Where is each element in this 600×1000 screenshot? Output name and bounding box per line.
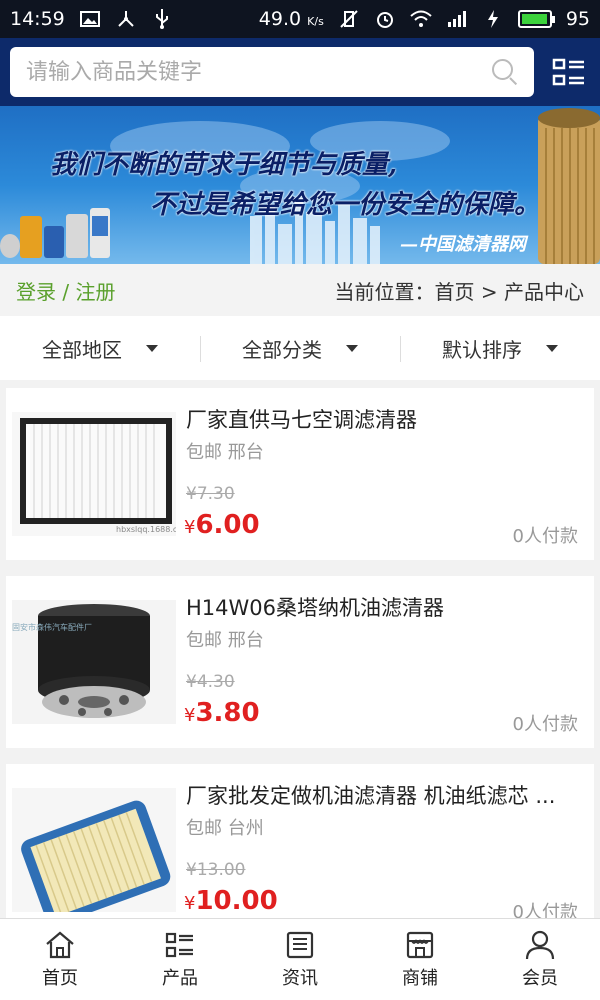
status-left: 14:59 bbox=[10, 8, 173, 30]
product-image[interactable]: 固安市森伟汽车配件厂 bbox=[12, 600, 176, 724]
product-shipping-location: 包邮 台州 bbox=[186, 818, 264, 839]
currency-symbol: ¥ bbox=[184, 705, 196, 726]
product-image[interactable] bbox=[12, 788, 176, 912]
category-menu-icon[interactable] bbox=[550, 52, 590, 92]
currency-symbol: ¥ bbox=[184, 517, 196, 538]
search-box[interactable] bbox=[10, 47, 534, 97]
nav-member-label: 会员 bbox=[522, 967, 558, 989]
signal-icon bbox=[446, 10, 468, 28]
usb-icon bbox=[151, 9, 173, 29]
product-card[interactable]: 固安市森伟汽车配件厂 H14W06桑塔纳机油滤清器 包邮 邢台 ¥4.30 ¥3… bbox=[6, 576, 594, 748]
status-right: 49.0 K/s 95 bbox=[259, 8, 590, 30]
product-original-price: ¥4.30 bbox=[186, 672, 235, 692]
store-icon bbox=[406, 931, 434, 958]
login-register-link[interactable]: 登录 / 注册 bbox=[16, 276, 115, 305]
product-original-price: ¥7.30 bbox=[186, 484, 235, 504]
product-shipping-location: 包邮 邢台 bbox=[186, 442, 264, 463]
promo-banner[interactable]: 我们不断的苛求于细节与质量, 不过是希望给您一份安全的保障。 —中国滤清器网 bbox=[0, 106, 600, 264]
filter-category-label: 全部分类 bbox=[242, 337, 322, 362]
nav-member[interactable]: 会员 bbox=[480, 919, 600, 1000]
alarm-icon bbox=[374, 10, 396, 28]
product-card[interactable]: 厂家批发定做机油滤清器 机油纸滤芯 ... 包邮 台州 ¥13.00 ¥10.0… bbox=[6, 764, 594, 936]
currency-symbol: ¥ bbox=[184, 893, 196, 914]
gallery-icon bbox=[79, 10, 101, 28]
status-bar: 14:59 49.0 K/s 95 bbox=[0, 0, 600, 38]
wifi-icon bbox=[410, 10, 432, 28]
product-title[interactable]: 厂家批发定做机油滤清器 机油纸滤芯 ... bbox=[186, 780, 586, 810]
product-price: ¥10.00 bbox=[184, 886, 278, 916]
banner-signature: —中国滤清器网 bbox=[400, 234, 526, 255]
product-title[interactable]: H14W06桑塔纳机油滤清器 bbox=[186, 592, 586, 622]
breadcrumb: 当前位置：首页 > 产品中心 bbox=[334, 279, 584, 304]
caret-down-icon bbox=[146, 344, 158, 352]
banner-slogan-line2: 不过是希望给您一份安全的保障。 bbox=[150, 190, 541, 220]
product-shipping-location: 包邮 邢台 bbox=[186, 630, 264, 651]
product-image[interactable]: hbxslqq.1688.com bbox=[12, 412, 176, 536]
caret-down-icon bbox=[346, 344, 358, 352]
caret-down-icon bbox=[546, 344, 558, 352]
nav-news[interactable]: 资讯 bbox=[240, 919, 360, 1000]
search-header bbox=[0, 38, 600, 106]
nav-home-label: 首页 bbox=[42, 967, 78, 989]
nav-products[interactable]: 产品 bbox=[120, 919, 240, 1000]
battery-text: 95 bbox=[565, 8, 590, 30]
net-speed-value: 49.0 bbox=[258, 8, 302, 30]
net-speed-unit: K/s bbox=[307, 15, 324, 28]
charging-icon bbox=[482, 10, 504, 28]
share-icon bbox=[115, 10, 137, 28]
search-input[interactable] bbox=[26, 59, 466, 85]
product-card[interactable]: hbxslqq.1688.com 厂家直供马七空调滤清器 包邮 邢台 ¥7.30… bbox=[6, 388, 594, 560]
news-icon bbox=[286, 931, 314, 958]
nav-news-label: 资讯 bbox=[282, 967, 318, 989]
filter-region-label: 全部地区 bbox=[42, 337, 122, 362]
vibrate-off-icon bbox=[338, 10, 360, 28]
battery-icon bbox=[517, 10, 555, 28]
net-speed: 49.0 K/s bbox=[259, 8, 324, 30]
price-value: 3.80 bbox=[195, 698, 260, 728]
product-price: ¥6.00 bbox=[184, 510, 260, 540]
nav-home[interactable]: 首页 bbox=[0, 919, 120, 1000]
nav-products-label: 产品 bbox=[162, 967, 198, 989]
product-price: ¥3.80 bbox=[184, 698, 260, 728]
nav-stores-label: 商铺 bbox=[402, 967, 438, 989]
home-icon bbox=[46, 931, 74, 958]
search-icon[interactable] bbox=[490, 57, 520, 87]
product-title[interactable]: 厂家直供马七空调滤清器 bbox=[186, 404, 586, 434]
filter-sort-label: 默认排序 bbox=[442, 337, 522, 362]
price-value: 10.00 bbox=[195, 886, 278, 916]
thumb-watermark: hbxslqq.1688.com bbox=[116, 525, 176, 534]
filter-sort-dropdown[interactable]: 默认排序 bbox=[400, 316, 600, 380]
product-paid-count: 0人付款 bbox=[512, 526, 578, 547]
battery-fill bbox=[521, 14, 547, 24]
crumb-bar: 登录 / 注册 当前位置：首页 > 产品中心 bbox=[0, 264, 600, 316]
filter-region-dropdown[interactable]: 全部地区 bbox=[0, 316, 200, 380]
bottom-nav: 首页 产品 资讯 商铺 会员 bbox=[0, 918, 600, 1000]
user-icon bbox=[525, 930, 555, 959]
product-original-price: ¥13.00 bbox=[186, 860, 246, 880]
price-value: 6.00 bbox=[195, 510, 260, 540]
filter-bar: 全部地区 全部分类 默认排序 bbox=[0, 316, 600, 380]
banner-slogan-line1: 我们不断的苛求于细节与质量, bbox=[50, 150, 398, 180]
thumb-watermark: 固安市森伟汽车配件厂 bbox=[12, 622, 92, 632]
list-icon bbox=[165, 932, 193, 957]
product-paid-count: 0人付款 bbox=[512, 714, 578, 735]
nav-stores[interactable]: 商铺 bbox=[360, 919, 480, 1000]
status-time: 14:59 bbox=[10, 8, 65, 30]
filter-category-dropdown[interactable]: 全部分类 bbox=[200, 316, 400, 380]
